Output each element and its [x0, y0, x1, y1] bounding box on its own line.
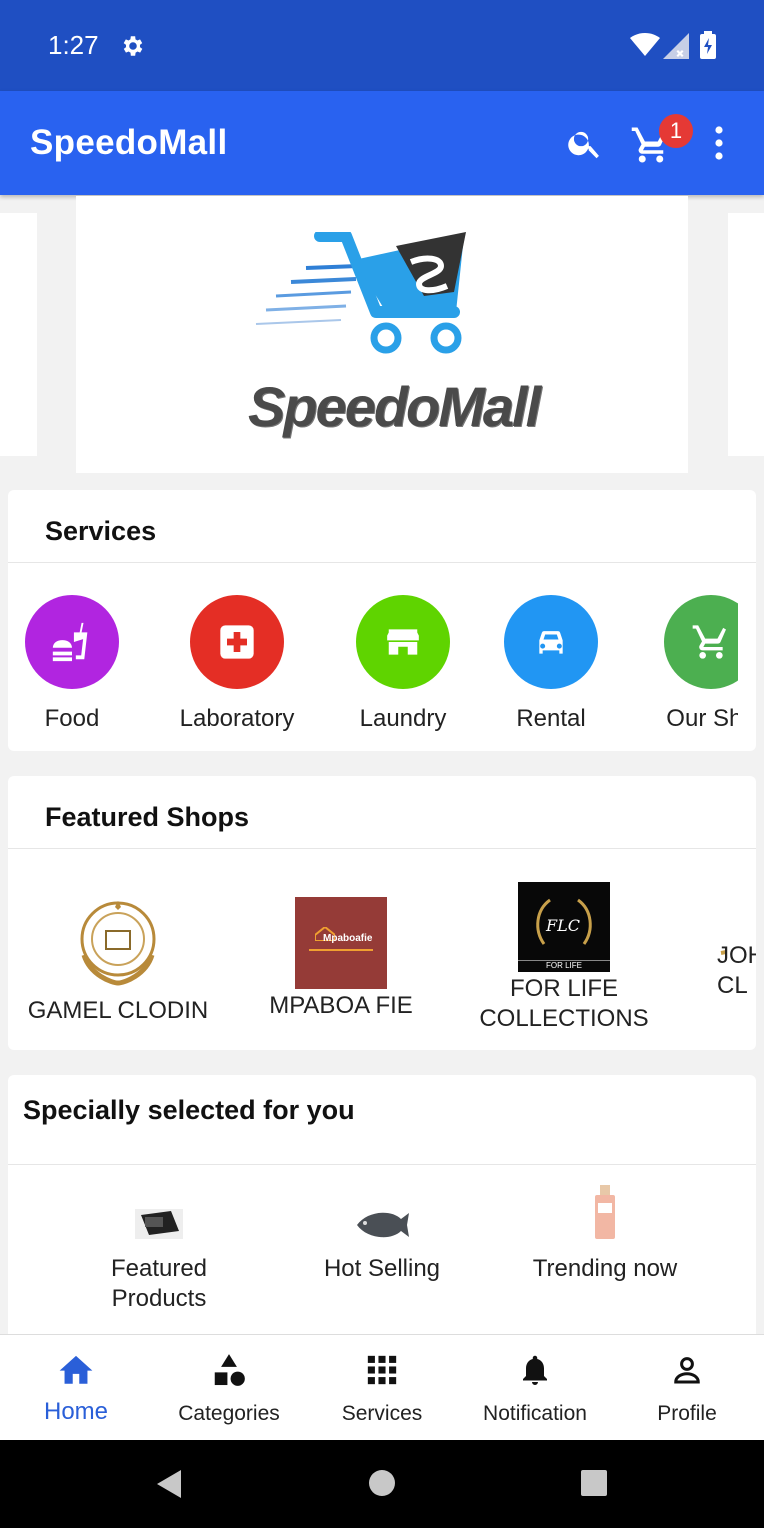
store-icon: [356, 595, 450, 689]
nav-profile[interactable]: Profile: [612, 1351, 762, 1426]
shop-label: FOR LIFE COLLECTIONS: [479, 975, 649, 1032]
person-icon: [674, 1357, 700, 1384]
pick-hot-selling[interactable]: Hot Selling: [287, 1205, 477, 1284]
nav-services[interactable]: Services: [307, 1351, 457, 1426]
services-scroller[interactable]: Food Laboratory Laundry Rental Our Sho: [8, 490, 738, 751]
nav-label: Notification: [483, 1402, 587, 1425]
pick-label: Trending now: [532, 1255, 678, 1282]
service-item-food[interactable]: Food: [8, 595, 147, 733]
speedomall-cart-logo: [255, 232, 466, 354]
nav-label: Profile: [657, 1402, 717, 1425]
service-item-laundry[interactable]: Laundry: [328, 595, 478, 733]
for-life-logo: FLC FOR LIFE: [518, 882, 610, 972]
nav-categories[interactable]: Categories: [154, 1351, 304, 1426]
grid-icon: [367, 1355, 397, 1385]
battery-charging-icon: [700, 31, 716, 64]
app-bar: SpeedoMall: [0, 91, 764, 195]
fastfood-icon: [25, 595, 119, 689]
pick-label: Featured Products: [110, 1255, 208, 1312]
home-icon: [59, 1355, 93, 1384]
home-circle-icon[interactable]: [367, 1468, 397, 1498]
nav-notification[interactable]: Notification: [460, 1351, 610, 1426]
search-icon[interactable]: [566, 124, 604, 167]
nav-label: Services: [341, 1402, 423, 1425]
nav-home[interactable]: Home: [1, 1351, 151, 1426]
service-item-our-shop[interactable]: Our Sho: [636, 595, 738, 733]
more-vert-icon[interactable]: [705, 126, 733, 165]
bottle-thumbnail: [595, 1185, 615, 1239]
pick-label: Hot Selling: [323, 1255, 441, 1282]
pick-featured-products[interactable]: Featured Products: [64, 1205, 254, 1314]
medical-icon: [190, 595, 284, 689]
banner-next-slide[interactable]: [728, 213, 764, 456]
service-item-laboratory[interactable]: Laboratory: [162, 595, 312, 733]
bottom-nav: Home Categories Services Notification Pr…: [0, 1334, 764, 1440]
service-label: Laundry: [359, 705, 447, 732]
shop-label: JOH CL: [717, 942, 756, 999]
special-title: Specially selected for you: [23, 1095, 355, 1125]
services-card: Services Food Laboratory Laundry Rental: [8, 490, 756, 751]
special-card: Specially selected for you Featured Prod…: [8, 1075, 756, 1355]
featured-shops-card: Featured Shops GAMEL CLODIN Mpaboafie MP…: [8, 776, 756, 1050]
recents-icon[interactable]: [579, 1468, 609, 1498]
system-nav-bar: [0, 1440, 764, 1528]
banner-slide[interactable]: SpeedoMall: [76, 196, 688, 473]
bell-icon: [523, 1355, 547, 1385]
mpaboa-fie-logo: Mpaboafie: [295, 897, 387, 989]
banner-logo-text: SpeedoMall: [248, 375, 541, 438]
mpaboa-fie-logo-text: Mpaboafie: [323, 933, 373, 944]
laptop-thumbnail: [135, 1209, 183, 1239]
fish-thumbnail: [357, 1212, 409, 1238]
shapes-icon: [214, 1354, 245, 1386]
service-label: Laboratory: [179, 705, 295, 732]
banner-prev-slide[interactable]: [0, 213, 37, 456]
wifi-icon: [630, 33, 660, 62]
gamel-clodin-logo: [80, 901, 156, 986]
divider: [8, 1164, 756, 1165]
service-item-rental[interactable]: Rental: [476, 595, 626, 733]
featured-shops-title: Featured Shops: [45, 802, 250, 832]
cart-icon: [664, 595, 738, 689]
for-life-logo-text: FLC: [546, 916, 580, 935]
shop-item[interactable]: FLC FOR LIFE FOR LIFE COLLECTIONS: [464, 882, 664, 1034]
service-label: Rental: [516, 705, 586, 732]
nav-label: Categories: [178, 1402, 280, 1425]
status-time: 1:27: [48, 30, 99, 60]
car-icon: [504, 595, 598, 689]
shop-label: GAMEL CLODIN: [27, 997, 209, 1024]
nav-label: Home: [43, 1398, 109, 1425]
shops-scroller[interactable]: GAMEL CLODIN Mpaboafie MPABOA FIE FLC FO…: [8, 849, 756, 1049]
shop-item[interactable]: Mpaboafie MPABOA FIE: [241, 895, 441, 1021]
pick-trending-now[interactable]: Trending now: [510, 1185, 700, 1284]
shop-item[interactable]: GAMEL CLODIN: [18, 895, 218, 1026]
settings-gear-icon: [120, 33, 146, 64]
shop-item[interactable]: JOH CL: [705, 895, 756, 999]
cart-badge: 1: [659, 114, 693, 148]
shop-label: MPABOA FIE: [269, 992, 413, 1019]
service-label: Food: [44, 705, 100, 732]
app-title: SpeedoMall: [30, 123, 228, 162]
status-bar: 1:27: [0, 0, 764, 91]
back-icon[interactable]: [155, 1468, 183, 1500]
service-label: Our Sho: [666, 705, 738, 732]
signal-icon: [663, 33, 689, 64]
for-life-logo-caption: FOR LIFE: [518, 960, 610, 972]
